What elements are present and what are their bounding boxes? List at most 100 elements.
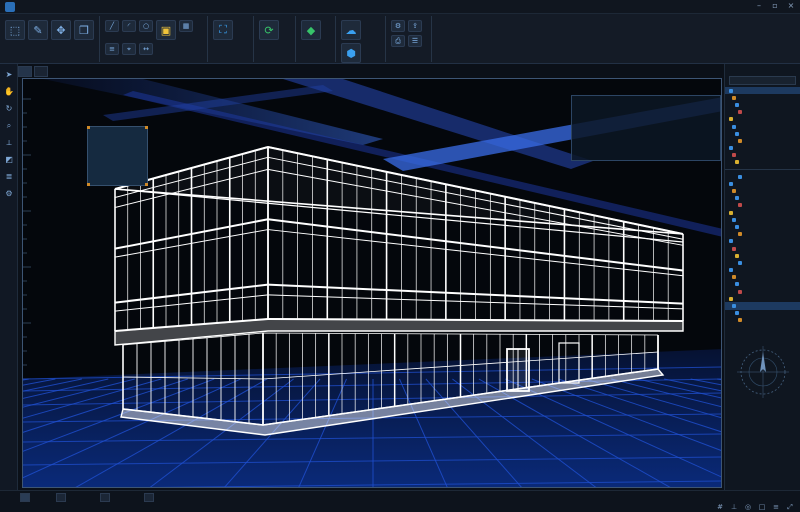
select-icon[interactable]: ⬚ [5, 20, 25, 40]
browser-search-input[interactable] [729, 76, 796, 85]
tree-item[interactable] [725, 317, 800, 324]
section-icon[interactable]: ◩ [3, 154, 15, 166]
orbit-icon[interactable]: ↻ [3, 103, 15, 115]
layout-tab[interactable] [100, 493, 110, 502]
tree-item[interactable] [725, 195, 800, 202]
tree-item[interactable] [725, 87, 800, 95]
shield-icon[interactable]: ⬢ [341, 43, 361, 63]
tree-item[interactable] [725, 216, 800, 223]
tree-item[interactable] [725, 295, 800, 302]
maximize-icon[interactable]: ▫ [770, 1, 780, 11]
pan-icon[interactable]: ✋ [3, 86, 15, 98]
gear-icon[interactable]: ⚙ [391, 20, 405, 32]
dimension-icon[interactable]: ↔ [139, 43, 153, 55]
cloud-icon[interactable]: ☁ [341, 20, 361, 40]
tree-item[interactable] [725, 274, 800, 281]
overlay-row [577, 135, 715, 142]
edit-icon[interactable]: ✎ [28, 20, 48, 40]
tree-item[interactable] [725, 94, 800, 101]
menu-bar: – ▫ × [0, 0, 800, 14]
circle-icon[interactable]: ○ [139, 20, 153, 32]
tree-node-icon [732, 153, 736, 158]
print-icon[interactable]: ⎙ [391, 35, 405, 47]
layout-tab[interactable] [144, 493, 154, 502]
osnap-icon[interactable]: □ [758, 503, 766, 511]
line-icon[interactable]: ╱ [105, 20, 119, 32]
tree-node-icon [735, 253, 739, 258]
ortho-icon[interactable]: ⊥ [730, 503, 738, 511]
view-cube-corner [145, 126, 148, 129]
layout-tab[interactable] [56, 493, 66, 502]
ribbon-group: ◆ [298, 16, 336, 62]
tree-item[interactable] [725, 137, 800, 144]
tree-item[interactable] [725, 209, 800, 216]
ribbon-group: ⟳ [256, 16, 296, 62]
tree-item[interactable] [725, 245, 800, 252]
minimize-icon[interactable]: – [754, 1, 764, 11]
select-icon[interactable]: ➤ [3, 69, 15, 81]
overlay-row [577, 142, 715, 149]
layout-tab[interactable] [20, 493, 30, 502]
tree-item[interactable] [725, 252, 800, 259]
grid-icon[interactable]: ▦ [179, 20, 193, 32]
tree-item[interactable] [725, 173, 800, 180]
view-cube[interactable] [87, 126, 148, 186]
layers-icon[interactable]: ☰ [408, 35, 422, 47]
tree-item[interactable] [725, 302, 800, 310]
tree-item[interactable] [725, 159, 800, 166]
sheet-icon[interactable]: ▣ [156, 20, 176, 40]
tree-item[interactable] [725, 187, 800, 194]
export-icon[interactable]: ⇪ [408, 20, 422, 32]
structure-icon[interactable]: ⛶ [213, 20, 233, 40]
tab-3d-view[interactable] [18, 66, 32, 77]
refresh-icon[interactable]: ⟳ [259, 20, 279, 40]
move-icon[interactable]: ✥ [51, 20, 71, 40]
grid-snap-icon[interactable]: # [716, 503, 724, 511]
tree-node-icon [729, 239, 733, 244]
tree-item[interactable] [725, 152, 800, 159]
fullscreen-icon[interactable]: ⤢ [786, 503, 794, 511]
tree-item[interactable] [725, 267, 800, 274]
tree-item[interactable] [725, 281, 800, 288]
panel-divider [725, 169, 800, 171]
polar-icon[interactable]: ◎ [744, 503, 752, 511]
lineweight-icon[interactable]: ≡ [772, 503, 780, 511]
tree-item[interactable] [725, 130, 800, 137]
tab-plan-view[interactable] [34, 66, 48, 77]
compass-widget[interactable] [733, 342, 793, 402]
tree-item[interactable] [725, 223, 800, 230]
close-icon[interactable]: × [786, 1, 796, 11]
tree-node-icon [732, 217, 736, 222]
tree-item[interactable] [725, 238, 800, 245]
tree-item[interactable] [725, 101, 800, 108]
tree-item[interactable] [725, 145, 800, 152]
arc-icon[interactable]: ◜ [122, 20, 136, 32]
ribbon-group: ⬚ ✎ ✥ ❐ [2, 16, 100, 62]
tree-item[interactable] [725, 310, 800, 317]
3d-viewport[interactable] [22, 78, 722, 488]
cube-icon[interactable]: ◆ [301, 20, 321, 40]
tree-node-icon [732, 304, 736, 309]
tree-node-icon [735, 282, 739, 287]
tree-item[interactable] [725, 231, 800, 238]
snap-icon[interactable]: ⌖ [122, 43, 136, 55]
tree-item[interactable] [725, 259, 800, 266]
copy-icon[interactable]: ❐ [74, 20, 94, 40]
tree-item[interactable] [725, 109, 800, 116]
tree-item[interactable] [725, 202, 800, 209]
zoom-icon[interactable]: ⌕ [3, 120, 15, 132]
properties-overlay [571, 95, 721, 161]
tree-node-icon [729, 268, 733, 273]
tree-item[interactable] [725, 116, 800, 123]
layer-icon[interactable]: ≣ [3, 171, 15, 183]
measure-icon[interactable]: ⟂ [3, 137, 15, 149]
tree-item[interactable] [725, 123, 800, 130]
align-icon[interactable]: ≡ [105, 43, 119, 55]
tree-node-icon [735, 160, 739, 165]
tree-item[interactable] [725, 288, 800, 295]
tree-node-icon [738, 138, 742, 143]
tree-item[interactable] [725, 180, 800, 187]
ribbon-group: ╱ ◜ ○ ▣ ▦ ≡ ⌖ ↔ [102, 16, 208, 62]
view-cube-corner [87, 126, 90, 129]
settings-icon[interactable]: ⚙ [3, 188, 15, 200]
